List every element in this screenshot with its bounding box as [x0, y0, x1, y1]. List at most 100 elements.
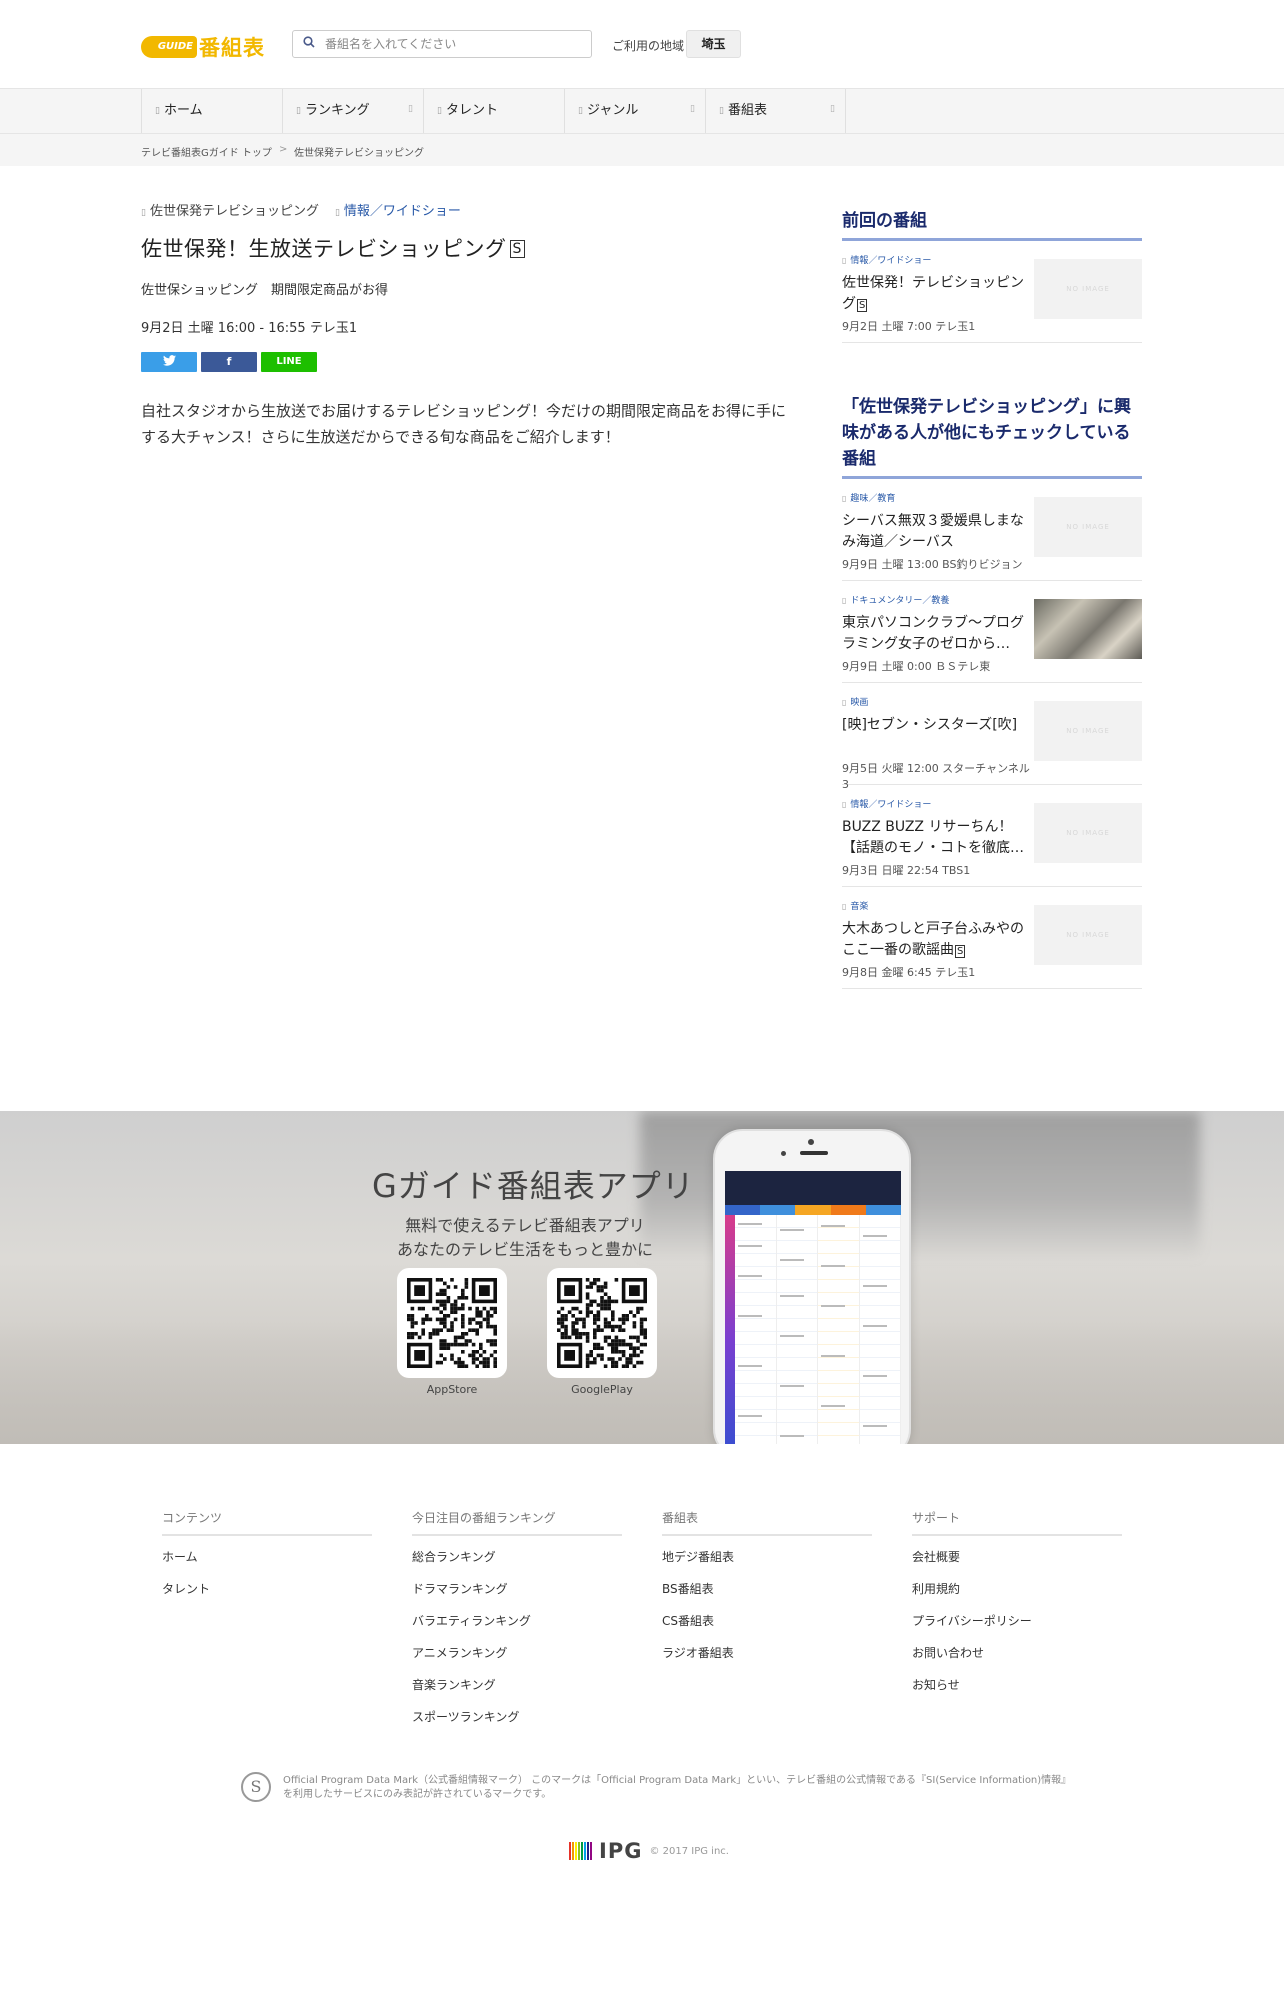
googleplay-label[interactable]: GooglePlay — [547, 1383, 657, 1396]
breadcrumb-current: 佐世保発テレビショッピング — [294, 148, 424, 159]
footer-link[interactable]: 会社概要 — [912, 1548, 1122, 1566]
breadcrumb-separator: > — [279, 144, 288, 155]
program-title-link[interactable]: 佐世保発！テレビショッピング S — [842, 273, 1024, 315]
phone-sensor — [781, 1151, 786, 1156]
search-icon[interactable] — [303, 36, 317, 52]
program-thumbnail[interactable]: NO IMAGE — [1034, 497, 1142, 557]
ipg-color-bar — [587, 1842, 589, 1860]
footer-column: コンテンツ ホーム タレント — [162, 1509, 372, 1598]
nav-item-3[interactable]: ▯ ジャンル ▯ — [564, 89, 705, 133]
footer-link[interactable]: CS番組表 — [662, 1612, 872, 1630]
program-title-text: 佐世保発！生放送テレビショッピング — [141, 237, 507, 261]
program-genre[interactable]: ▯ 情報／ワイドショー — [842, 253, 931, 266]
sidebar-program-item[interactable]: ▯ 趣味／教育 シーバス無双３愛媛県しまなみ海道／シーバス 9月9日 土曜 13:00… — [842, 479, 1142, 581]
footer-column: 今日注目の番組ランキング総合ランキング ドラマランキング バラエティランキング アニメ… — [412, 1509, 622, 1726]
copyright: © 2017 IPG inc. — [649, 1845, 729, 1857]
site-logo[interactable]: GUIDE 番組表 — [141, 32, 265, 62]
phone-speaker — [800, 1151, 828, 1155]
bullet-icon: ▯ — [842, 596, 847, 605]
program-tags: ▯ 佐世保発テレビショッピング ▯ 情報／ワイドショー — [141, 200, 791, 219]
footer-link[interactable]: ラジオ番組表 — [662, 1644, 872, 1662]
footer-link[interactable]: アニメランキング — [412, 1644, 622, 1662]
sidebar-program-item[interactable]: ▯ 音楽 大木あつしと戸子台ふみやのここ一番の歌謡曲 S 9月8日 金曜 6:45 テレ… — [842, 887, 1142, 989]
footer-link[interactable]: 利用規約 — [912, 1580, 1122, 1598]
program-genre-label: 音楽 — [850, 902, 869, 912]
program-title-text: BUZZ BUZZ リサーちん！【話題のモノ・コトを徹底… — [842, 819, 1024, 856]
series-link[interactable]: ▯ 佐世保発テレビショッピング — [141, 200, 319, 219]
footer-link[interactable]: BS番組表 — [662, 1580, 872, 1598]
nav-bullet-icon: ▯ — [296, 106, 301, 116]
googleplay-qr-code[interactable] — [547, 1268, 657, 1378]
program-genre[interactable]: ▯ ドキュメンタリー／教養 — [842, 593, 949, 606]
opdm-seal-icon: S — [241, 1772, 271, 1802]
bullet-icon: ▯ — [842, 902, 847, 911]
bullet-icon: ▯ — [842, 494, 847, 503]
region-button[interactable]: 埼玉 — [686, 30, 741, 58]
ipg-color-bar — [590, 1842, 592, 1860]
sidebar-program-item[interactable]: ▯ 映画 [映]セブン・シスターズ[吹] 9月5日 火曜 12:00 スターチャンネル… — [842, 683, 1142, 791]
program-thumbnail[interactable]: NO IMAGE — [1034, 803, 1142, 863]
footer-column-heading: 今日注目の番組ランキング — [412, 1509, 622, 1536]
app-screenshot — [725, 1171, 901, 1444]
twitter-share-button[interactable] — [141, 352, 197, 372]
program-title-link[interactable]: 東京パソコンクラブ～プログラミング女子のゼロから… — [842, 613, 1024, 655]
program-airtime: 9月2日 土曜 16:00 ‐ 16:55 テレ玉1 — [141, 321, 358, 336]
program-thumbnail[interactable] — [1034, 599, 1142, 659]
footer-link[interactable]: 地デジ番組表 — [662, 1548, 872, 1566]
program-title-text: シーバス無双３愛媛県しまなみ海道／シーバス — [842, 513, 1024, 550]
footer-link[interactable]: 音楽ランキング — [412, 1676, 622, 1694]
share-buttons: f LINE — [141, 352, 791, 372]
sidebar-program-item[interactable]: ▯ ドキュメンタリー／教養 東京パソコンクラブ～プログラミング女子のゼロから… 9月9… — [842, 581, 1142, 683]
breadcrumb-home-link[interactable]: テレビ番組表Gガイド トップ — [141, 144, 272, 159]
program-thumbnail[interactable]: NO IMAGE — [1034, 905, 1142, 965]
program-title-text: 大木あつしと戸子台ふみやのここ一番の歌謡曲 — [842, 921, 1024, 958]
program-title-link[interactable]: シーバス無双３愛媛県しまなみ海道／シーバス — [842, 511, 1024, 553]
program-genre[interactable]: ▯ 音楽 — [842, 899, 868, 912]
footer-link[interactable]: ホーム — [162, 1548, 372, 1566]
subtitle-mark-icon: S — [509, 240, 525, 258]
footer-link[interactable]: お問い合わせ — [912, 1644, 1122, 1662]
program-title-link[interactable]: 大木あつしと戸子台ふみやのここ一番の歌謡曲 S — [842, 919, 1024, 961]
program-thumbnail[interactable]: NO IMAGE — [1034, 259, 1142, 319]
sidebar-program-item[interactable]: ▯ 情報／ワイドショー BUZZ BUZZ リサーちん！【話題のモノ・コトを徹底… 9… — [842, 785, 1142, 887]
facebook-share-button[interactable]: f — [201, 352, 257, 372]
ipg-logo: IPG © 2017 IPG inc. — [569, 1839, 729, 1863]
main-nav: ▯ ホーム ▯ ランキング ▯ ▯ タレント ▯ ジャンル ▯ ▯ 番組表 ▯ — [0, 88, 1284, 134]
search-box[interactable] — [292, 30, 592, 58]
program-title-link[interactable]: [映]セブン・シスターズ[吹] — [842, 715, 1024, 736]
official-program-data-mark: S Official Program Data Mark（公式番組情報マーク） … — [241, 1772, 1071, 1802]
footer-link[interactable]: ドラマランキング — [412, 1580, 622, 1598]
footer-link[interactable]: プライバシーポリシー — [912, 1612, 1122, 1630]
program-genre[interactable]: ▯ 情報／ワイドショー — [842, 797, 931, 810]
line-share-button[interactable]: LINE — [261, 352, 317, 372]
footer-column: サポート 会社概要 利用規約 プライバシーポリシー お問い合わせ お知らせ — [912, 1509, 1122, 1694]
appstore-label[interactable]: AppStore — [397, 1383, 507, 1396]
program-genre[interactable]: ▯ 映画 — [842, 695, 868, 708]
footer-link[interactable]: タレント — [162, 1580, 372, 1598]
nav-item-4[interactable]: ▯ 番組表 ▯ — [705, 89, 846, 133]
breadcrumb: テレビ番組表Gガイド トップ > 佐世保発テレビショッピング — [0, 134, 1284, 166]
nav-bullet-icon: ▯ — [578, 106, 583, 116]
nav-item-2[interactable]: ▯ タレント — [423, 89, 564, 133]
nav-item-0[interactable]: ▯ ホーム — [141, 89, 282, 133]
sidebar-program-item[interactable]: ▯ 情報／ワイドショー 佐世保発！テレビショッピング S 9月2日 土曜 7:00 テレ… — [842, 241, 1142, 343]
program-detail: ▯ 佐世保発テレビショッピング ▯ 情報／ワイドショー 佐世保発！生放送テレビショッ… — [141, 200, 791, 450]
nav-item-1[interactable]: ▯ ランキング ▯ — [282, 89, 423, 133]
footer-link[interactable]: バラエティランキング — [412, 1612, 622, 1630]
related-program-list: ▯ 趣味／教育 シーバス無双３愛媛県しまなみ海道／シーバス 9月9日 土曜 13:00… — [842, 479, 1142, 989]
footer-link[interactable]: スポーツランキング — [412, 1708, 622, 1726]
app-header-bar — [725, 1171, 901, 1205]
app-channel-header — [725, 1205, 901, 1215]
program-genre[interactable]: ▯ 趣味／教育 — [842, 491, 895, 504]
program-title-link[interactable]: BUZZ BUZZ リサーちん！【話題のモノ・コトを徹底… — [842, 817, 1024, 859]
appstore-qr-code[interactable] — [397, 1268, 507, 1378]
footer-link[interactable]: お知らせ — [912, 1676, 1122, 1694]
search-input[interactable] — [325, 37, 575, 51]
program-thumbnail[interactable]: NO IMAGE — [1034, 701, 1142, 761]
program-genre-label: 映画 — [850, 698, 869, 708]
ipg-color-bar — [578, 1842, 580, 1860]
genre-link[interactable]: ▯ 情報／ワイドショー — [335, 200, 461, 219]
footer-link[interactable]: 総合ランキング — [412, 1548, 622, 1566]
program-subtitle: 佐世保ショッピング 期間限定商品がお得 — [141, 283, 389, 298]
opdm-text: Official Program Data Mark（公式番組情報マーク） この… — [283, 1775, 1072, 1800]
